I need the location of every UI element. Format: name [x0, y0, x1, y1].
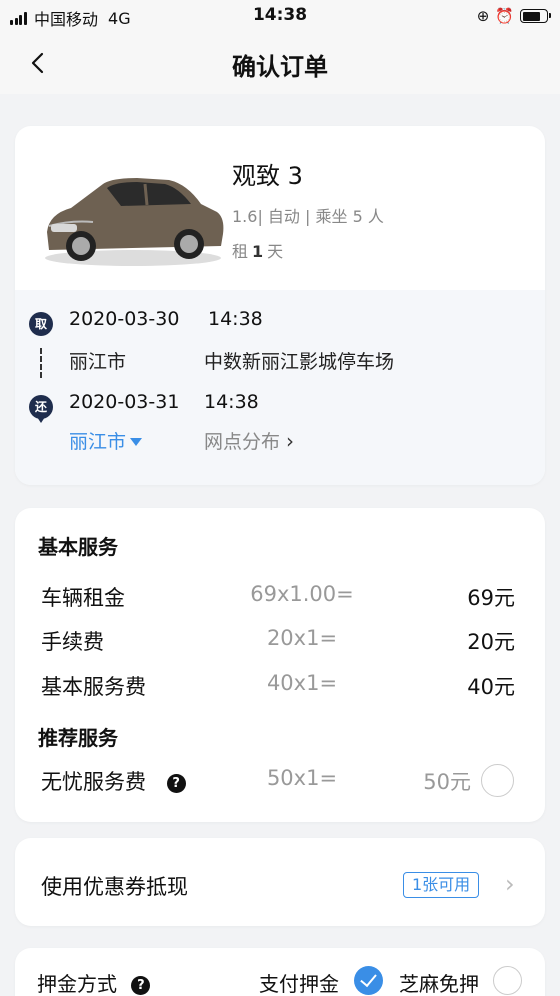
car-spec: 1.6| 自动 | 乘坐 5 人 — [232, 207, 384, 226]
help-icon[interactable]: ? — [131, 976, 151, 995]
nav-bar: 确认订单 — [0, 34, 560, 94]
coupon-card[interactable]: 使用优惠券抵现 1张可用 › — [15, 838, 545, 926]
worry-free-label: 无忧服务费 — [41, 770, 146, 794]
fee-card: 基本服务 车辆租金 69x1.00= 69元 手续费 20x1= 20元 基本服… — [15, 508, 545, 822]
zhima-radio[interactable] — [493, 966, 522, 995]
fee-formula: 20x1= — [266, 626, 338, 650]
return-city-select[interactable]: 丽江市 — [69, 427, 143, 454]
car-card: 观致 3 1.6| 自动 | 乘坐 5 人 租1天 取 2020-03-30 1… — [15, 126, 545, 485]
route-section: 取 2020-03-30 14:38 丽江市 中数新丽江影城停车场 还 2020… — [15, 290, 545, 485]
pickup-city: 丽江市 — [69, 351, 127, 373]
orientation-lock-icon: ⊕ — [476, 7, 490, 25]
deposit-label: 押金方式 ? — [37, 968, 151, 996]
outlets-link[interactable]: 网点分布 › — [204, 427, 294, 454]
chevron-right-icon: › — [505, 870, 515, 898]
deposit-option-pay-label[interactable]: 支付押金 — [259, 968, 339, 996]
fee-label: 基本服务费 — [41, 675, 146, 699]
fee-formula: 50x1= — [266, 766, 338, 790]
deposit-option-zhima-label[interactable]: 芝麻免押 — [399, 968, 479, 996]
check-icon[interactable] — [354, 966, 383, 995]
route-divider — [40, 348, 42, 378]
pickup-date: 2020-03-30 — [69, 308, 180, 330]
fee-amount: 50元 — [423, 770, 471, 794]
coupon-label: 使用优惠券抵现 — [41, 875, 188, 899]
basic-service-title: 基本服务 — [38, 535, 118, 559]
days-count: 1 — [252, 242, 264, 261]
alarm-icon: ⏰ — [495, 7, 514, 25]
pickup-icon: 取 — [29, 312, 53, 336]
return-time: 14:38 — [204, 391, 259, 413]
car-name: 观致 3 — [232, 162, 303, 190]
fee-row-handling: 手续费 20x1= 20元 — [15, 626, 545, 656]
recommended-service-title: 推荐服务 — [38, 726, 118, 750]
pickup-time: 14:38 — [208, 308, 263, 330]
days-prefix: 租 — [232, 242, 249, 261]
fee-label: 车辆租金 — [41, 586, 125, 610]
return-city: 丽江市 — [69, 431, 127, 453]
return-date: 2020-03-31 — [69, 391, 180, 413]
deposit-method-label: 押金方式 — [37, 972, 117, 996]
battery-icon — [520, 9, 551, 23]
fee-amount: 20元 — [467, 630, 515, 654]
status-right: ⊕ ⏰ — [476, 7, 551, 25]
help-icon[interactable]: ? — [166, 774, 186, 793]
fee-amount: 69元 — [467, 586, 515, 610]
chevron-right-icon: › — [286, 428, 295, 453]
car-image — [45, 178, 224, 266]
days-suffix: 天 — [267, 242, 284, 261]
fee-formula: 40x1= — [266, 671, 338, 695]
deposit-card: 押金方式 ? 支付押金 芝麻免押 — [15, 948, 545, 996]
status-bar: 中国移动 4G 14:38 ⊕ ⏰ — [0, 0, 560, 34]
return-pin-tail-icon — [35, 414, 47, 423]
pickup-place: 中数新丽江影城停车场 — [204, 351, 395, 373]
fee-label: 手续费 — [41, 630, 104, 654]
fee-row-rent: 车辆租金 69x1.00= 69元 — [15, 582, 545, 612]
worry-free-radio[interactable] — [481, 764, 514, 797]
fee-row-worry-free: 无忧服务费 ? 50x1= 50元 — [15, 766, 545, 796]
coupon-available-badge: 1张可用 — [403, 872, 480, 898]
page-title: 确认订单 — [232, 53, 328, 81]
dropdown-icon — [130, 437, 143, 446]
fee-row-basic-service: 基本服务费 40x1= 40元 — [15, 671, 545, 701]
rental-days: 租1天 — [232, 238, 283, 262]
fee-label: 无忧服务费 ? — [41, 766, 186, 796]
fee-amount: 40元 — [467, 675, 515, 699]
outlets-label: 网点分布 — [204, 431, 281, 453]
fee-formula: 69x1.00= — [250, 582, 354, 606]
